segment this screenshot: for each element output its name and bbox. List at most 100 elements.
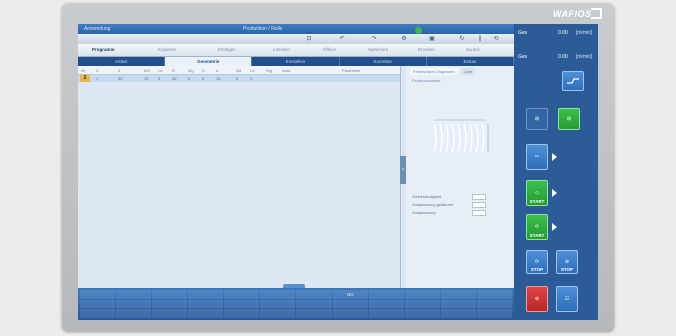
brand-logo: WAFIOS <box>553 9 592 19</box>
tab-artikel[interactable]: Artikel <box>78 57 166 66</box>
start-cycle-button[interactable]: ⟳ START <box>526 214 548 240</box>
col-header: d <box>216 68 219 73</box>
settings-icon[interactable]: ⚙ <box>398 35 410 43</box>
table-cell[interactable]: 5 <box>236 76 238 81</box>
expand-arrow-icon[interactable] <box>552 189 557 197</box>
function-key[interactable] <box>260 299 296 309</box>
function-key[interactable] <box>440 290 476 299</box>
row-index: 2 <box>80 75 90 82</box>
function-key[interactable] <box>296 309 332 318</box>
function-key[interactable] <box>116 309 152 318</box>
col-header: X <box>96 68 99 73</box>
tab-geometrie[interactable]: Geometrie <box>165 57 253 66</box>
function-key[interactable] <box>368 290 404 299</box>
function-key[interactable] <box>116 290 152 299</box>
function-key[interactable] <box>440 309 476 318</box>
function-key[interactable] <box>476 299 512 309</box>
expand-arrow-icon[interactable] <box>552 153 557 161</box>
function-key[interactable] <box>224 299 260 309</box>
tab-korrektur[interactable]: Korrektur <box>340 57 427 66</box>
emergency-off-button[interactable]: ⊘ <box>526 286 548 312</box>
table-cell[interactable]: 45 <box>172 76 176 81</box>
function-key[interactable] <box>188 290 224 299</box>
cmd-programm[interactable]: Programm <box>92 47 115 52</box>
machine-menu-button[interactable]: ☷ <box>556 286 578 312</box>
cmd-loeschen[interactable]: Löschen <box>273 47 290 52</box>
expand-arrow-icon[interactable] <box>552 223 557 231</box>
col-header: Stg <box>266 68 273 73</box>
reset-icon[interactable]: ⟲ <box>490 35 502 43</box>
function-key[interactable] <box>332 299 368 309</box>
pause-icon[interactable]: ∥ <box>474 35 486 43</box>
cmd-einfuegen[interactable]: Einfügen <box>218 47 236 52</box>
stop-button[interactable]: ⊚ STOP <box>556 250 578 274</box>
undo-icon[interactable]: ↶ <box>336 35 348 43</box>
function-key[interactable] <box>332 309 368 318</box>
refresh-icon[interactable]: ↻ <box>456 35 468 43</box>
function-key[interactable] <box>116 299 152 309</box>
function-key[interactable] <box>368 309 404 318</box>
function-key[interactable] <box>152 299 188 309</box>
cmd-speichern[interactable]: Speichern <box>368 47 388 52</box>
function-key[interactable] <box>404 309 440 318</box>
tab-einstellen[interactable]: Einstellen <box>252 57 340 66</box>
cmd-kopieren[interactable]: Kopieren <box>158 47 176 52</box>
col-header: R <box>172 68 175 73</box>
param-value-field[interactable] <box>472 210 486 216</box>
function-key[interactable] <box>188 309 224 318</box>
cmd-oeffnen[interactable]: Öffnen <box>323 47 336 52</box>
function-key[interactable] <box>224 309 260 318</box>
function-key-grid: NO <box>80 290 512 318</box>
function-key[interactable] <box>188 299 224 309</box>
param-value-field[interactable] <box>472 202 486 208</box>
table-cell[interactable]: 1 <box>96 76 98 81</box>
brand-logo-mark-icon <box>591 8 602 19</box>
function-key[interactable] <box>152 290 188 299</box>
table-cell[interactable]: 1 <box>250 76 252 81</box>
stop-cycle-button[interactable]: ⟳ STOP <box>526 250 548 274</box>
function-key[interactable] <box>80 290 116 299</box>
function-key[interactable] <box>476 290 512 299</box>
function-key[interactable] <box>224 290 260 299</box>
table-cell[interactable]: 0 <box>158 76 160 81</box>
function-key[interactable] <box>152 309 188 318</box>
table-cell[interactable]: 50 <box>118 76 122 81</box>
table-cell[interactable]: 0 <box>188 76 190 81</box>
function-key[interactable] <box>296 299 332 309</box>
spring-preview-panel: Federkörper-Diagramm Liste Federparamete… <box>406 66 514 288</box>
tab-extras[interactable]: Extras <box>427 57 515 66</box>
function-key[interactable] <box>296 290 332 299</box>
param-value-field[interactable] <box>472 194 486 200</box>
tool-2-button[interactable]: ⊞ <box>558 108 580 130</box>
hmi-screen: Anwendung Produktion / Rolle ⊡ ↶ ↷ ⚙ ▣ ↻… <box>78 24 598 320</box>
save-icon[interactable]: ▣ <box>426 35 438 43</box>
table-row[interactable]: 2 1 50 10 0 45 0 0 15 5 1 <box>78 75 400 82</box>
function-key[interactable] <box>368 299 404 309</box>
tab-federkoerper[interactable]: Federkörper-Diagramm <box>410 68 458 75</box>
function-key[interactable] <box>404 290 440 299</box>
cycle-icon: ⟳ <box>534 224 540 230</box>
redo-icon[interactable]: ↷ <box>368 35 380 43</box>
function-key[interactable] <box>404 299 440 309</box>
function-key[interactable] <box>260 290 296 299</box>
table-cell[interactable]: 10 <box>144 76 148 81</box>
function-key[interactable] <box>476 309 512 318</box>
tool-1-button[interactable]: ⊞ <box>526 108 548 130</box>
table-cell[interactable]: 15 <box>216 76 220 81</box>
bottom-expand-handle[interactable] <box>283 284 305 288</box>
function-key[interactable] <box>80 299 116 309</box>
zoom-fit-icon[interactable]: ⊡ <box>303 35 315 43</box>
cut-button[interactable]: ✂ <box>526 144 548 170</box>
function-key[interactable]: NO <box>332 290 368 299</box>
table-cell[interactable]: 0 <box>202 76 204 81</box>
status-ok-icon <box>415 27 422 34</box>
start-button[interactable]: ◇ START <box>526 180 548 206</box>
function-key[interactable] <box>80 309 116 318</box>
tab-liste[interactable]: Liste <box>460 68 476 75</box>
cmd-drucken[interactable]: Drucken <box>418 47 435 52</box>
wire-feed-button[interactable] <box>562 71 584 91</box>
speed-value: 0.00 <box>558 54 568 60</box>
cmd-zurueck[interactable]: Zurück <box>466 47 480 52</box>
function-key[interactable] <box>440 299 476 309</box>
function-key[interactable] <box>260 309 296 318</box>
